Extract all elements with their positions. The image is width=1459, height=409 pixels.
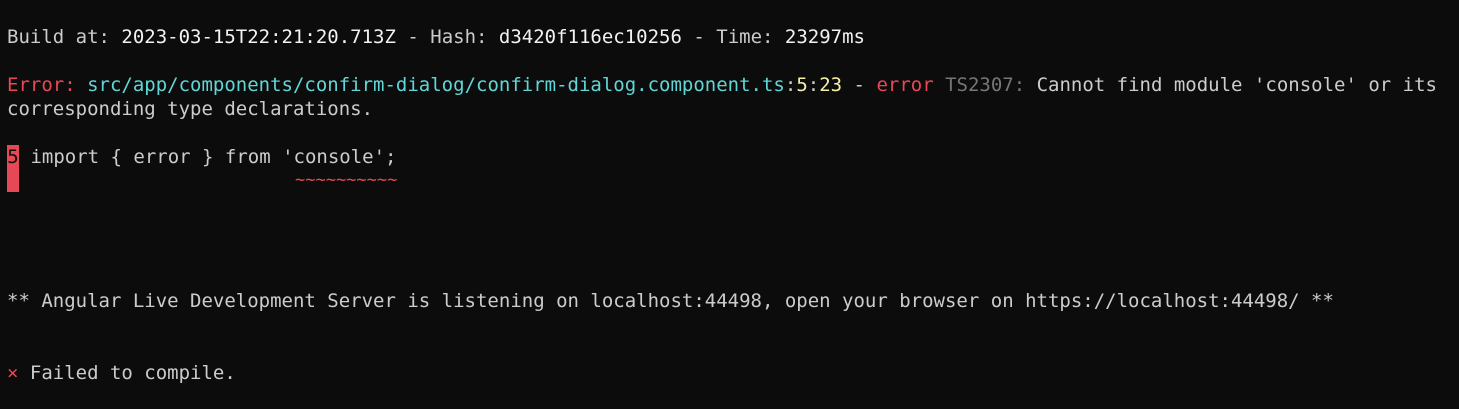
error-line-number: 5: [796, 74, 808, 96]
build-hash: d3420f116ec10256: [498, 26, 682, 48]
compile-status-text: Failed to compile.: [18, 362, 236, 384]
error-file-path[interactable]: src/app/components/confirm-dialog/confir…: [87, 74, 785, 96]
code-snippet-line: 5 import { error } from 'console';: [7, 145, 397, 169]
terminal-window[interactable]: Build at: 2023-03-15T22:21:20.713Z - Has…: [0, 0, 1459, 409]
dev-server-message: ** Angular Live Development Server is li…: [7, 290, 1334, 312]
line-number-gutter-continuation: [7, 168, 19, 192]
code-snippet-text: import { error } from 'console';: [19, 146, 397, 168]
build-info-line: Build at: 2023-03-15T22:21:20.713Z - Has…: [7, 25, 865, 49]
build-time: 23297ms: [784, 26, 865, 48]
error-underline: ~~~~~~~~~~: [295, 170, 398, 190]
hash-label: Hash:: [430, 26, 499, 48]
error-code: TS2307:: [933, 74, 1026, 96]
error-colon: :: [784, 74, 797, 96]
build-at-label: Build at:: [7, 26, 122, 48]
error-message-block: Error: src/app/components/confirm-dialog…: [7, 73, 1452, 121]
build-separator: -: [681, 26, 717, 48]
compile-status-line: × Failed to compile.: [7, 361, 236, 385]
error-severity: error: [876, 74, 934, 96]
build-separator: -: [395, 26, 431, 48]
error-prefix: Error:: [7, 74, 88, 96]
build-timestamp: 2023-03-15T22:21:20.713Z: [121, 26, 396, 48]
time-label: Time:: [716, 26, 785, 48]
close-icon: ×: [7, 362, 19, 384]
error-colon: :: [807, 74, 820, 96]
line-number-gutter: 5: [7, 145, 19, 169]
error-separator: -: [842, 74, 877, 96]
error-column-number: 23: [819, 74, 843, 96]
